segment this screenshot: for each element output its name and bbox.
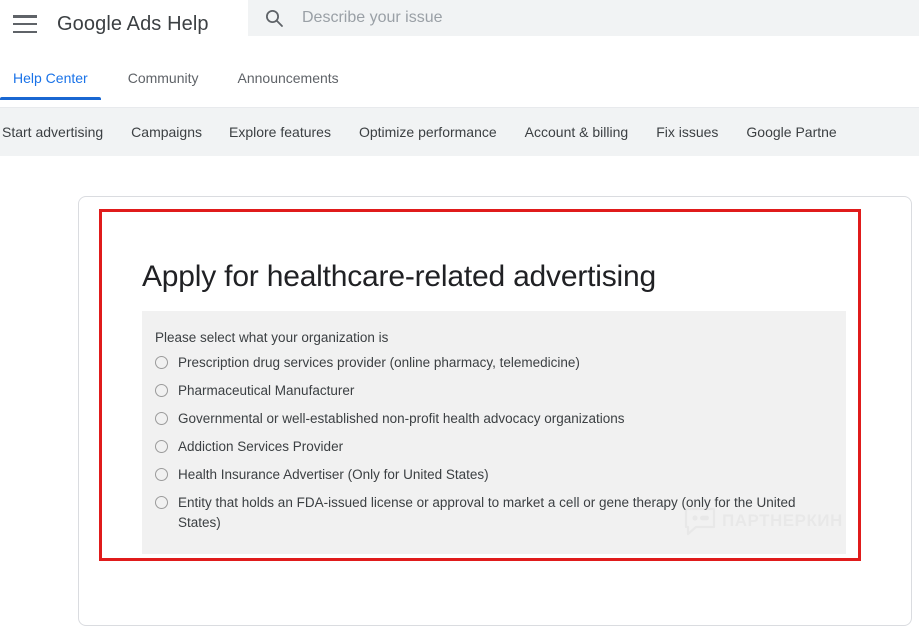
search-input[interactable] xyxy=(302,6,862,30)
subnav-item-google-partners[interactable]: Google Partne xyxy=(746,124,836,140)
radio-option-health-insurance-advertiser[interactable]: Health Insurance Advertiser (Only for Un… xyxy=(155,465,846,485)
radio-option-governmental-nonprofit[interactable]: Governmental or well-established non-pro… xyxy=(155,409,846,429)
radio-option-label: Addiction Services Provider xyxy=(178,439,344,454)
hamburger-bar xyxy=(13,22,37,26)
radio-circle-icon[interactable] xyxy=(155,356,168,369)
search-icon xyxy=(264,8,284,28)
page-title: Apply for healthcare-related advertising xyxy=(142,260,656,293)
hamburger-bar xyxy=(13,15,37,18)
radio-circle-icon[interactable] xyxy=(155,384,168,397)
app-brand-title: Google Ads Help xyxy=(57,12,209,35)
radio-option-label: Prescription drug services provider (onl… xyxy=(178,355,580,370)
tab-help-center[interactable]: Help Center xyxy=(0,58,101,100)
radio-option-fda-license-cell-gene-therapy[interactable]: Entity that holds an FDA-issued license … xyxy=(155,493,846,533)
radio-circle-icon[interactable] xyxy=(155,468,168,481)
radio-option-label: Pharmaceutical Manufacturer xyxy=(178,383,355,398)
radio-circle-icon[interactable] xyxy=(155,496,168,509)
hamburger-bar xyxy=(13,30,37,33)
primary-tab-bar: Help Center Community Announcements xyxy=(0,58,919,108)
subnav-item-explore-features[interactable]: Explore features xyxy=(229,124,331,140)
subnav-item-optimize-performance[interactable]: Optimize performance xyxy=(359,124,497,140)
tab-community[interactable]: Community xyxy=(128,58,199,86)
organization-selection-form: Please select what your organization is … xyxy=(142,311,846,554)
radio-option-addiction-services-provider[interactable]: Addiction Services Provider xyxy=(155,437,846,457)
radio-option-label: Governmental or well-established non-pro… xyxy=(178,411,625,426)
tab-announcements[interactable]: Announcements xyxy=(238,58,339,86)
subnav-item-account-billing[interactable]: Account & billing xyxy=(525,124,629,140)
app-header: Google Ads Help xyxy=(0,0,919,48)
subnav-item-campaigns[interactable]: Campaigns xyxy=(131,124,202,140)
radio-option-pharmaceutical-manufacturer[interactable]: Pharmaceutical Manufacturer xyxy=(155,381,846,401)
radio-option-prescription-drug-services[interactable]: Prescription drug services provider (onl… xyxy=(155,353,846,373)
search-bar[interactable] xyxy=(248,0,919,36)
radio-circle-icon[interactable] xyxy=(155,412,168,425)
subnav-item-start-advertising[interactable]: Start advertising xyxy=(2,124,103,140)
subnav-item-fix-issues[interactable]: Fix issues xyxy=(656,124,718,140)
radio-circle-icon[interactable] xyxy=(155,440,168,453)
hamburger-menu-icon[interactable] xyxy=(13,15,37,33)
radio-option-label: Entity that holds an FDA-issued license … xyxy=(178,495,796,530)
radio-option-label: Health Insurance Advertiser (Only for Un… xyxy=(178,467,489,482)
secondary-nav-bar: Start advertising Campaigns Explore feat… xyxy=(0,108,919,156)
form-prompt-label: Please select what your organization is xyxy=(155,330,389,345)
